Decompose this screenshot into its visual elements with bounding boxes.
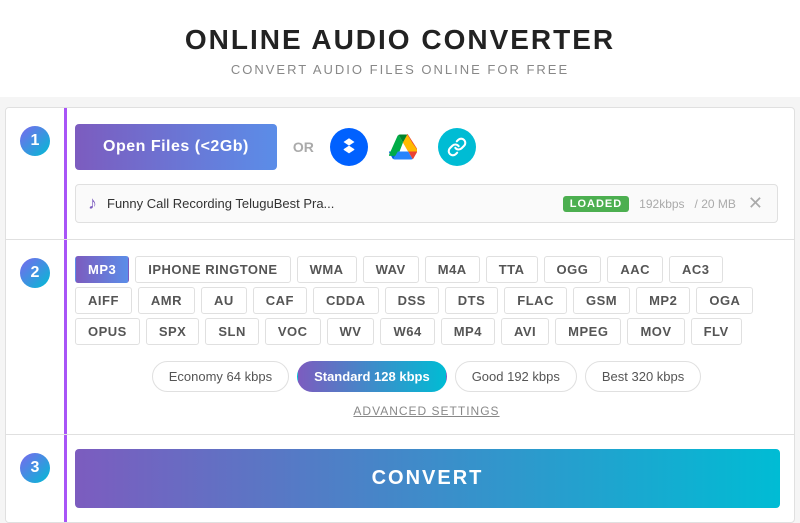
format-btn-spx[interactable]: SPX (146, 318, 200, 345)
format-btn-amr[interactable]: AMR (138, 287, 195, 314)
step1-circle: 1 (20, 126, 50, 156)
format-btn-ac3[interactable]: AC3 (669, 256, 723, 283)
step1-top: Open Files (<2Gb) OR (75, 124, 778, 170)
google-drive-icon (389, 133, 417, 161)
dropbox-icon (338, 136, 360, 158)
quality-row: Economy 64 kbps Standard 128 kbps Good 192… (75, 361, 778, 392)
dropbox-button[interactable] (330, 128, 368, 166)
step1-content: Open Files (<2Gb) OR (64, 108, 794, 239)
format-grid: MP3IPHONE RINGTONE WMAWAVM4ATTAOGGAACAC3 A… (75, 256, 778, 345)
quality-btn-good-192-kbps[interactable]: Good 192 kbps (455, 361, 577, 392)
or-text: OR (293, 139, 314, 155)
format-btn-dss[interactable]: DSS (385, 287, 439, 314)
format-btn-tta[interactable]: TTA (486, 256, 538, 283)
page-subtitle: CONVERT AUDIO FILES ONLINE FOR FREE (0, 62, 800, 77)
format-btn-oga[interactable]: OGA (696, 287, 753, 314)
close-file-button[interactable]: ✕ (746, 193, 765, 214)
file-bitrate: 192kbps (639, 197, 684, 211)
link-button[interactable] (438, 128, 476, 166)
step2-circle: 2 (20, 258, 50, 288)
quality-btn-standard-128-kbps[interactable]: Standard 128 kbps (297, 361, 447, 392)
google-drive-button[interactable] (384, 128, 422, 166)
convert-button[interactable]: CONVERT (75, 449, 780, 508)
quality-btn-economy-64-kbps[interactable]: Economy 64 kbps (152, 361, 289, 392)
format-btn-dts[interactable]: DTS (445, 287, 499, 314)
advanced-settings-link[interactable]: ADVANCED SETTINGS (75, 404, 778, 418)
main-container: 1 Open Files (<2Gb) OR (5, 107, 795, 523)
format-btn-mp3[interactable]: MP3 (75, 256, 129, 283)
format-btn-w64[interactable]: W64 (380, 318, 434, 345)
format-btn-avi[interactable]: AVI (501, 318, 549, 345)
file-icon: ♪ (88, 193, 97, 214)
format-btn-aac[interactable]: AAC (607, 256, 663, 283)
format-btn-cdda[interactable]: CDDA (313, 287, 379, 314)
format-btn-wv[interactable]: WV (327, 318, 375, 345)
format-btn-iphone-ringtone[interactable]: IPHONE RINGTONE (135, 256, 290, 283)
format-btn-sln[interactable]: SLN (205, 318, 259, 345)
format-btn-wav[interactable]: WAV (363, 256, 419, 283)
quality-btn-best-320-kbps[interactable]: Best 320 kbps (585, 361, 701, 392)
step3-row: 3 CONVERT (6, 435, 794, 522)
format-btn-flac[interactable]: FLAC (504, 287, 567, 314)
step2-row: 2 MP3IPHONE RINGTONE WMAWAVM4ATTAOGGAACAC… (6, 240, 794, 435)
format-btn-caf[interactable]: CAF (253, 287, 307, 314)
format-btn-flv[interactable]: FLV (691, 318, 742, 345)
step2-content: MP3IPHONE RINGTONE WMAWAVM4ATTAOGGAACAC3 A… (64, 240, 794, 434)
format-btn-aiff[interactable]: AIFF (75, 287, 132, 314)
step1-row: 1 Open Files (<2Gb) OR (6, 108, 794, 240)
file-size: / 20 MB (695, 197, 736, 211)
format-btn-au[interactable]: AU (201, 287, 247, 314)
format-btn-mp2[interactable]: MP2 (636, 287, 690, 314)
format-btn-opus[interactable]: OPUS (75, 318, 140, 345)
file-row: ♪ Funny Call Recording TeluguBest Pra...… (75, 184, 778, 223)
step2-number-col: 2 (6, 240, 64, 434)
format-btn-mov[interactable]: MOV (627, 318, 684, 345)
page-title: ONLINE AUDIO CONVERTER (0, 24, 800, 56)
page-header: ONLINE AUDIO CONVERTER CONVERT AUDIO FIL… (0, 0, 800, 97)
step3-number-col: 3 (6, 435, 64, 522)
step3-circle: 3 (20, 453, 50, 483)
format-btn-mp4[interactable]: MP4 (441, 318, 495, 345)
loaded-badge: LOADED (563, 196, 629, 212)
format-btn-ogg[interactable]: OGG (544, 256, 602, 283)
format-btn-voc[interactable]: VOC (265, 318, 321, 345)
format-btn-m4a[interactable]: M4A (425, 256, 480, 283)
step1-number-col: 1 (6, 108, 64, 239)
format-btn-wma[interactable]: WMA (297, 256, 357, 283)
step3-content: CONVERT (64, 435, 794, 522)
format-btn-gsm[interactable]: GSM (573, 287, 630, 314)
open-files-button[interactable]: Open Files (<2Gb) (75, 124, 277, 170)
format-btn-mpeg[interactable]: MPEG (555, 318, 621, 345)
file-name: Funny Call Recording TeluguBest Pra... (107, 196, 553, 211)
link-icon (447, 137, 467, 157)
